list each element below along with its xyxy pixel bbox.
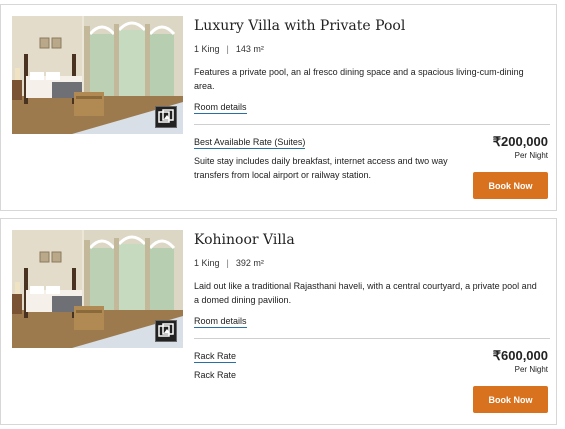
gallery-icon[interactable]: [155, 320, 177, 342]
book-now-button[interactable]: Book Now: [473, 172, 548, 199]
bed-type: 1 King: [194, 258, 220, 268]
room-description: Laid out like a traditional Rajasthani h…: [194, 281, 537, 305]
rate-name-link[interactable]: Rack Rate: [194, 351, 237, 363]
price-unit: Per Night: [514, 365, 548, 374]
rate-description: Suite stay includes daily breakfast, int…: [194, 156, 448, 180]
room-title: Kohinoor Villa: [194, 232, 295, 248]
room-description: Features a private pool, an al fresco di…: [194, 67, 524, 91]
room-details-link[interactable]: Room details: [194, 316, 247, 328]
room-photo[interactable]: [12, 230, 183, 348]
room-meta: 1 King | 392 m²: [194, 258, 264, 268]
meta-separator: |: [226, 258, 229, 268]
divider: [194, 124, 550, 125]
room-size: 143 m²: [235, 44, 264, 54]
room-card-luxury-villa: Luxury Villa with Private Pool 1 King | 14…: [0, 4, 557, 211]
meta-separator: |: [226, 44, 229, 54]
room-meta: 1 King | 143 m²: [194, 44, 264, 54]
gallery-icon[interactable]: [155, 106, 177, 128]
room-title: Luxury Villa with Private Pool: [194, 18, 406, 34]
room-size: 392 m²: [235, 258, 264, 268]
price: ₹600,000: [492, 348, 548, 363]
price-unit: Per Night: [514, 151, 548, 160]
divider: [194, 338, 550, 339]
room-photo[interactable]: [12, 16, 183, 134]
bed-type: 1 King: [194, 44, 220, 54]
book-now-button[interactable]: Book Now: [473, 386, 548, 413]
room-card-kohinoor-villa: Kohinoor Villa 1 King | 392 m² Laid out li…: [0, 218, 557, 425]
rate-name-link[interactable]: Best Available Rate (Suites): [194, 137, 306, 149]
price: ₹200,000: [492, 134, 548, 149]
rate-description: Rack Rate: [194, 370, 237, 380]
room-details-link[interactable]: Room details: [194, 102, 247, 114]
